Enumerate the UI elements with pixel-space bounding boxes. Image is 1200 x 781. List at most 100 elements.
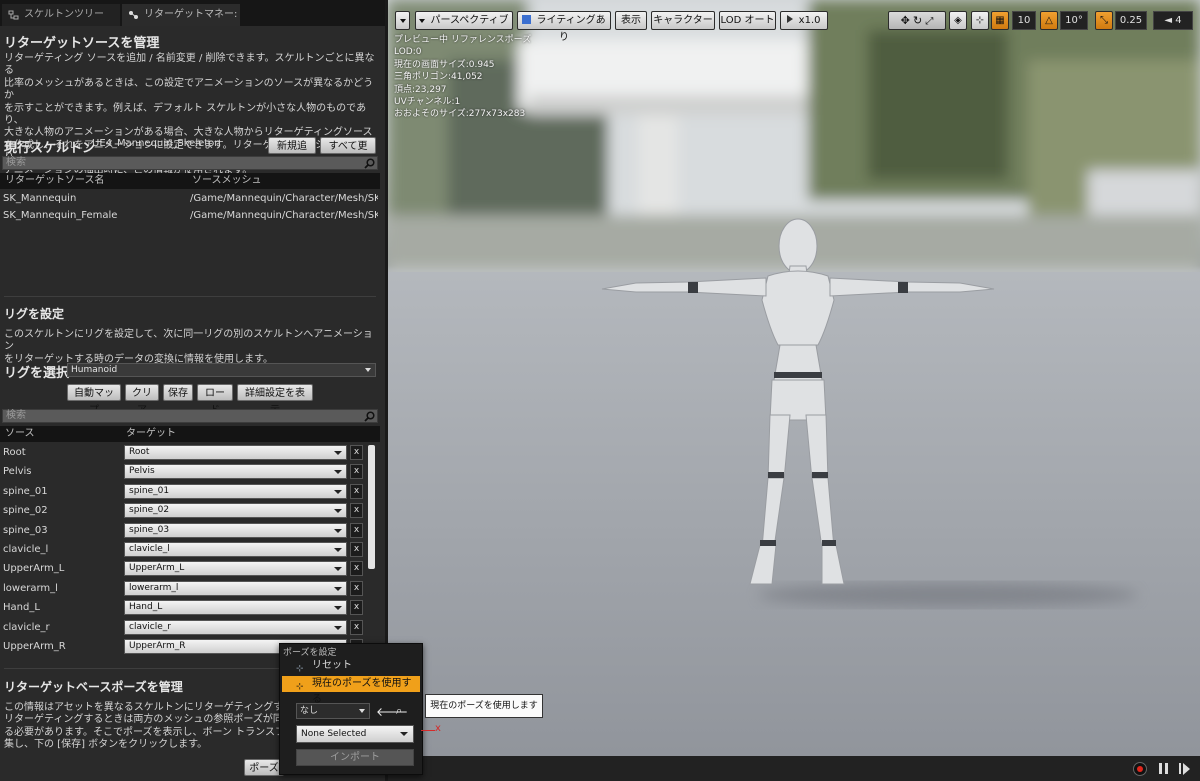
use-current-pose-item[interactable]: ⊹ 現在のポーズを使用する [282,676,420,705]
pose-asset-value: なし [300,706,319,716]
clear-mapping-button[interactable]: x [350,445,363,460]
tab-skeleton-tree-label: スケルトンツリー [24,9,104,20]
desc-line: リターゲティング ソースを追加 / 名前変更 / 削除できます。スケルトンごとに… [4,53,375,77]
source-bone-name: clavicle_l [3,544,49,555]
source-row[interactable]: SK_Mannequin /Game/Mannequin/Character/M… [0,190,380,208]
target-bone-value: Root [129,447,150,457]
retarget-source-search[interactable]: 検索 [2,156,378,170]
select-rig-label: リグを選択 [4,366,70,381]
desc-line: を示すことができます。例えば、デフォルト スケルトンが小さな人物のものであり、 [4,102,367,127]
rig-mapping-row: lowerarm_l lowerarm_l x [0,579,365,598]
clear-mapping-button[interactable]: x [350,464,363,480]
viewport-options-button[interactable] [395,11,410,30]
lighting-mode-button[interactable]: ライティングあり [517,11,611,43]
pose-asset-combo[interactable]: なし [296,703,370,719]
grid-snap-icon[interactable]: ▦ [991,11,1009,30]
grid-snap-value[interactable]: 10 [1012,11,1036,30]
rig-scrollbar[interactable] [368,445,375,569]
preview-viewport[interactable]: パースペクティブ ライティングあり 表示 キャラクター LOD オート x1.0… [388,0,1200,781]
scale-snap-icon[interactable]: ⤡ [1095,11,1113,30]
scale-snap-value[interactable]: 0.25 [1115,11,1147,30]
add-new-button[interactable]: 新規追加 [268,137,316,169]
target-bone-value: Hand_L [129,602,163,613]
auto-map-button[interactable]: 自動マップ [67,384,121,416]
target-bone-dropdown[interactable]: spine_03 [124,522,347,538]
target-bone-dropdown[interactable]: clavicle_r [124,619,347,635]
target-bone-dropdown[interactable]: Root [124,445,347,460]
source-row[interactable]: SK_Mannequin_Female /Game/Mannequin/Char… [0,207,380,225]
source-bone-name: Pelvis [3,466,32,478]
scale-icon: ⤢ [925,16,934,27]
desc-line: このスケルトンにリグを設定して、次に同一リグの別のスケルトンへアニメーション [4,329,373,353]
rig-setup-title: リグを設定 [4,307,65,321]
tab-skeleton-tree[interactable]: スケルトンツリー [2,4,120,26]
clear-mapping-button[interactable]: x [350,542,363,557]
lod-button[interactable]: LOD オート [719,11,776,30]
transform-mode-group[interactable]: ✥ ↻ ⤢ [888,11,946,30]
browse-icon[interactable]: ⌕ [396,704,402,718]
clear-mapping-button[interactable]: x [350,522,363,538]
pose-button[interactable]: ポーズ [244,759,284,776]
reset-label: リセット [312,660,352,671]
rig-search[interactable]: 検索 [2,409,378,423]
target-bone-dropdown[interactable]: spine_02 [124,503,347,519]
world-local-icon[interactable]: ◈ [949,11,967,30]
show-button[interactable]: 表示 [615,11,647,30]
load-rig-button[interactable]: ロード [197,384,233,416]
target-bone-dropdown[interactable]: lowerarm_l [124,580,347,596]
target-bone-value: lowerarm_l [129,582,179,593]
source-table-header: リターゲットソース名 ソースメッシュ [0,173,380,189]
rig-select-dropdown[interactable]: Humanoid [67,363,376,377]
pause-icon[interactable] [1158,762,1170,776]
source-bone-name: Hand_L [3,602,40,614]
arrow-left-icon[interactable]: 🡐 [376,704,408,719]
character-button[interactable]: キャラクター [651,11,715,30]
col-target: ターゲット [126,428,176,439]
viewport-stat-line: 頂点:23,297 [394,84,447,95]
clear-mapping-button[interactable]: x [350,483,363,499]
clear-mapping-button[interactable]: x [350,580,363,596]
record-button[interactable] [1133,762,1147,776]
viewport-stats: プレビュー中 リファレンスポーズ LOD:0 現在の画面サイズ:0.945 三角ポリゴ… [394,34,531,121]
target-bone-dropdown[interactable]: Pelvis [124,464,347,480]
camera-speed-control[interactable]: ◄ 4 [1153,11,1193,30]
step-forward-icon[interactable] [1178,762,1192,776]
playback-speed-button[interactable]: x1.0 [780,11,828,30]
rotation-snap-icon[interactable]: △ [1040,11,1058,30]
search-placeholder: 検索 [6,410,26,421]
clear-mapping-button[interactable]: x [350,619,363,635]
target-bone-value: UpperArm_L [129,563,185,574]
chevron-down-icon [334,567,342,572]
clear-button[interactable]: クリア [125,384,159,416]
tab-retarget-manager[interactable]: リターゲットマネー: [122,4,240,26]
surface-snap-icon[interactable]: ⊹ [971,11,989,30]
viewport-stat-line: おおよそのサイズ:277x73x283 [394,109,526,120]
clear-mapping-button[interactable]: x [350,561,363,577]
show-advanced-button[interactable]: 詳細設定を表示 [237,384,313,416]
speed-label: x1.0 [798,15,821,26]
import-button[interactable]: インポート [296,749,414,766]
rig-setup-description: このスケルトンにリグを設定して、次に同一リグの別のスケルトンへアニメーション を… [4,329,376,366]
perspective-button[interactable]: パースペクティブ [415,11,513,30]
rig-mapping-row: UpperArm_L UpperArm_L x [0,559,365,578]
reset-pose-item[interactable]: ⊹ リセット [282,658,420,674]
source-bone-name: Root [3,447,26,458]
mesh-select-combo[interactable]: None Selected [296,725,414,743]
rig-mapping-row: Root Root x [0,443,365,462]
search-icon [364,411,375,422]
source-bone-name: UpperArm_L [3,563,65,575]
perspective-label: パースペクティブ [430,15,509,26]
clear-mapping-button[interactable]: x [350,503,363,519]
target-bone-dropdown[interactable]: clavicle_l [124,542,347,557]
col-source: ソース [5,428,35,439]
target-bone-dropdown[interactable]: UpperArm_L [124,561,347,577]
rotation-snap-value[interactable]: 10° [1060,11,1088,30]
save-rig-button[interactable]: 保存 [163,384,193,401]
target-bone-dropdown[interactable]: Hand_L [124,600,347,616]
target-bone-dropdown[interactable]: spine_01 [124,483,347,499]
chevron-down-icon [334,606,342,611]
viewport-stat-line: 三角ポリゴン:41,052 [394,72,483,83]
set-pose-header: ポーズを設定 [283,648,337,658]
update-all-button[interactable]: すべて更新 [320,137,376,169]
clear-mapping-button[interactable]: x [350,600,363,616]
